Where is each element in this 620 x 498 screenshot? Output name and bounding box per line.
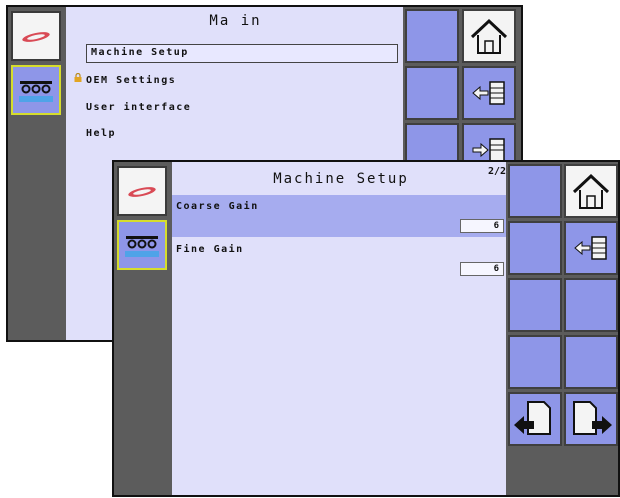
boom-nozzles-icon — [19, 81, 53, 102]
page-indicator: 2/2 — [487, 166, 506, 177]
home-button[interactable] — [564, 164, 618, 218]
blank-button[interactable] — [508, 278, 562, 332]
sprayer-logo-icon — [128, 187, 156, 197]
blank-button[interactable] — [405, 66, 459, 120]
sprayer-logo-button[interactable] — [117, 166, 167, 216]
collapse-list-icon — [472, 81, 505, 105]
menu-item-help[interactable]: Help — [86, 128, 116, 139]
menu-item-label: OEM Settings — [86, 75, 177, 86]
menu-item-label: Help — [86, 128, 117, 139]
fine-gain-value-field[interactable]: 6 — [460, 262, 504, 276]
menu-item-label: User interface — [86, 102, 192, 113]
menu-item-label: Machine Setup — [91, 47, 189, 58]
boom-nozzles-icon — [125, 236, 159, 257]
left-sidebar — [8, 7, 66, 340]
boom-nozzles-button[interactable] — [117, 220, 167, 270]
menu-item-machine-setup[interactable]: Machine Setup — [86, 44, 398, 63]
menu-item-oem-settings[interactable]: OEM Settings — [86, 75, 176, 86]
boom-nozzles-button[interactable] — [11, 65, 61, 115]
home-button[interactable] — [462, 9, 516, 63]
right-button-grid — [506, 162, 618, 495]
blank-button[interactable] — [508, 335, 562, 389]
blank-button[interactable] — [564, 335, 618, 389]
home-icon — [572, 173, 610, 209]
machine-setup-screen: Machine Setup 2/2 Coarse Gain 6 Fine Gai… — [112, 160, 620, 497]
blank-button[interactable] — [508, 221, 562, 275]
param-row-fine-gain[interactable]: Fine Gain 6 — [172, 238, 510, 280]
sprayer-logo-icon — [22, 32, 50, 42]
page-back-icon — [514, 401, 551, 435]
param-label: Fine Gain — [176, 244, 244, 255]
blank-button[interactable] — [508, 164, 562, 218]
page-title: Machine Setup — [273, 171, 409, 187]
left-sidebar — [114, 162, 172, 495]
menu-item-user-interface[interactable]: User interface — [86, 102, 191, 113]
sprayer-logo-button[interactable] — [11, 11, 61, 61]
param-label: Coarse Gain — [176, 201, 259, 212]
blank-button[interactable] — [564, 278, 618, 332]
lock-icon — [74, 73, 82, 82]
home-icon — [470, 18, 508, 54]
page-forward-button[interactable] — [564, 392, 618, 446]
blank-button[interactable] — [405, 9, 459, 63]
collapse-list-icon — [574, 236, 607, 260]
coarse-gain-value-field[interactable]: 6 — [460, 219, 504, 233]
machine-setup-panel: Machine Setup 2/2 Coarse Gain 6 Fine Gai… — [172, 162, 510, 495]
param-row-coarse-gain[interactable]: Coarse Gain 6 — [172, 195, 510, 237]
page-forward-icon — [573, 401, 612, 435]
page-title: Ma in — [209, 13, 262, 29]
page-back-button[interactable] — [508, 392, 562, 446]
collapse-list-button[interactable] — [564, 221, 618, 275]
collapse-list-button[interactable] — [462, 66, 516, 120]
